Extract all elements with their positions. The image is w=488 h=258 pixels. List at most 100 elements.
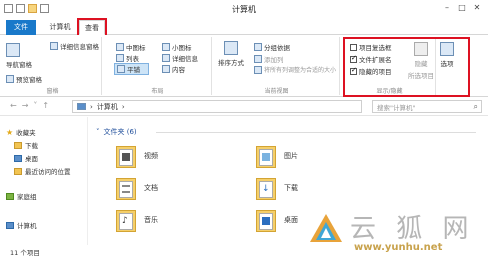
current-view-group-label: 当前视图 bbox=[264, 88, 289, 95]
nav-item-downloads[interactable]: 下载 bbox=[14, 140, 38, 150]
details-pane-button[interactable]: 详细信息窗格 bbox=[50, 41, 99, 51]
search-input[interactable]: 搜索"计算机" ⌕ bbox=[372, 100, 482, 113]
add-columns-button[interactable]: 添加列 bbox=[254, 54, 284, 64]
size-all-columns-label: 将所有列调整为合适的大小 bbox=[264, 67, 337, 74]
list-label: 列表 bbox=[126, 55, 139, 63]
nav-downloads-label: 下载 bbox=[25, 142, 38, 150]
content-label: 内容 bbox=[172, 66, 185, 74]
tab-file[interactable]: 文件 bbox=[6, 20, 36, 35]
small-icons-icon bbox=[162, 43, 170, 51]
chevron-right-icon: › bbox=[90, 102, 93, 111]
folder-desktop[interactable]: 桌面 bbox=[256, 207, 298, 233]
nav-homegroup-label: 家庭组 bbox=[17, 193, 37, 201]
medium-icons-icon bbox=[116, 43, 124, 51]
preview-pane-button[interactable]: 预览窗格 bbox=[6, 74, 42, 84]
panes-group: 导航窗格 预览窗格 详细信息窗格 窗格 bbox=[4, 37, 102, 95]
group-by-icon bbox=[254, 43, 262, 51]
folder-label: 图片 bbox=[284, 152, 298, 160]
add-columns-icon bbox=[254, 55, 262, 63]
nav-recent-label: 最近访问的位置 bbox=[25, 168, 71, 176]
folder-downloads[interactable]: ↓ 下载 bbox=[256, 175, 298, 201]
watermark: 云 狐 网 www.yunhu.net bbox=[306, 208, 488, 258]
tab-computer[interactable]: 计算机 bbox=[44, 20, 76, 35]
folder-videos[interactable]: 视频 bbox=[116, 143, 158, 169]
sort-icon bbox=[224, 41, 238, 55]
folder-documents[interactable]: 文档 bbox=[116, 175, 158, 201]
details-pane-label: 详细信息窗格 bbox=[60, 43, 99, 51]
sort-by-button[interactable]: 排序方式 bbox=[218, 41, 244, 67]
preview-pane-label: 预览窗格 bbox=[16, 76, 42, 84]
documents-folder-icon bbox=[116, 175, 138, 201]
music-folder-icon: ♪ bbox=[116, 207, 138, 233]
details-pane-icon bbox=[50, 42, 58, 50]
computer-icon bbox=[77, 103, 86, 110]
item-count: 11 个项目 bbox=[10, 249, 40, 257]
chevron-right-icon: › bbox=[121, 102, 125, 111]
forward-arrow-icon[interactable]: → bbox=[22, 101, 29, 110]
panes-group-label: 窗格 bbox=[46, 88, 59, 95]
tiles-icon bbox=[117, 65, 125, 73]
desktop-folder-icon bbox=[256, 207, 278, 233]
navigation-pane-icon bbox=[6, 43, 20, 57]
pictures-folder-icon bbox=[256, 143, 278, 169]
sort-by-label: 排序方式 bbox=[218, 59, 244, 67]
folder-label: 视频 bbox=[144, 152, 158, 160]
nav-item-desktop[interactable]: 桌面 bbox=[14, 153, 38, 163]
medium-icons-label: 中图标 bbox=[126, 44, 146, 52]
small-icons-label: 小图标 bbox=[172, 44, 192, 52]
computer-icon bbox=[6, 221, 14, 229]
nav-item-homegroup[interactable]: 家庭组 bbox=[6, 191, 37, 201]
recent-chevron-icon[interactable]: ˅ bbox=[33, 101, 37, 110]
nav-favorites-label: 收藏夹 bbox=[16, 129, 36, 137]
back-arrow-icon[interactable]: ← bbox=[10, 101, 17, 110]
size-columns-icon bbox=[254, 65, 262, 74]
folders-section-header[interactable]: ˅ 文件夹 (6) bbox=[96, 127, 137, 137]
size-all-columns-button[interactable]: 将所有列调整为合适的大小 bbox=[254, 65, 336, 74]
title-bar: 计算机 – □ ✕ bbox=[0, 0, 488, 18]
details-view-button[interactable]: 详细信息 bbox=[162, 53, 198, 63]
tiles-view-button[interactable]: 平铺 bbox=[114, 63, 149, 75]
up-arrow-icon[interactable]: ↑ bbox=[42, 101, 49, 110]
ribbon-tabs: 文件 计算机 查看 bbox=[0, 18, 488, 35]
close-button[interactable]: ✕ bbox=[470, 2, 484, 13]
watermark-url: www.yunhu.net bbox=[354, 242, 443, 253]
section-divider bbox=[156, 132, 476, 133]
desktop-icon bbox=[14, 154, 22, 162]
nav-item-computer[interactable]: 计算机 bbox=[6, 220, 37, 230]
nav-item-recent[interactable]: 最近访问的位置 bbox=[14, 166, 71, 176]
downloads-folder-icon bbox=[14, 141, 22, 149]
folder-label: 音乐 bbox=[144, 216, 158, 224]
folder-music[interactable]: ♪ 音乐 bbox=[116, 207, 158, 233]
small-icons-button[interactable]: 小图标 bbox=[162, 42, 192, 52]
layout-group-label: 布局 bbox=[151, 88, 164, 95]
preview-pane-icon bbox=[6, 75, 14, 83]
show-hide-highlight bbox=[343, 37, 470, 97]
search-icon[interactable]: ⌕ bbox=[474, 102, 478, 112]
navigation-pane-button[interactable]: 导航窗格 bbox=[6, 43, 32, 69]
content-view-button[interactable]: 内容 bbox=[162, 64, 185, 74]
list-icon bbox=[116, 54, 124, 62]
folder-label: 下载 bbox=[284, 184, 298, 192]
yunhu-logo bbox=[310, 214, 342, 242]
tiles-label: 平铺 bbox=[127, 66, 140, 74]
downloads-folder-icon: ↓ bbox=[256, 175, 278, 201]
search-placeholder: 搜索"计算机" bbox=[377, 103, 416, 112]
chevron-down-icon: ˅ bbox=[96, 128, 100, 136]
folder-label: 桌面 bbox=[284, 216, 298, 224]
homegroup-icon bbox=[6, 192, 14, 200]
maximize-button[interactable]: □ bbox=[455, 2, 469, 13]
medium-icons-button[interactable]: 中图标 bbox=[116, 42, 146, 52]
address-bar-row: ← → ˅ ↑ › 计算机 › 搜索"计算机" ⌕ bbox=[0, 98, 488, 116]
list-view-button[interactable]: 列表 bbox=[116, 53, 139, 63]
address-path[interactable]: 计算机 bbox=[97, 102, 118, 112]
minimize-button[interactable]: – bbox=[440, 2, 454, 13]
group-by-button[interactable]: 分组依据 bbox=[254, 42, 290, 52]
nav-computer-label: 计算机 bbox=[17, 222, 37, 230]
videos-folder-icon bbox=[116, 143, 138, 169]
navigation-pane: ★ 收藏夹 下载 桌面 最近访问的位置 家庭组 计算机 bbox=[0, 117, 88, 245]
nav-item-favorites[interactable]: ★ 收藏夹 bbox=[6, 127, 36, 138]
content-icon bbox=[162, 65, 170, 73]
folder-pictures[interactable]: 图片 bbox=[256, 143, 298, 169]
address-bar[interactable]: › 计算机 › bbox=[72, 100, 362, 113]
star-icon: ★ bbox=[6, 127, 14, 137]
